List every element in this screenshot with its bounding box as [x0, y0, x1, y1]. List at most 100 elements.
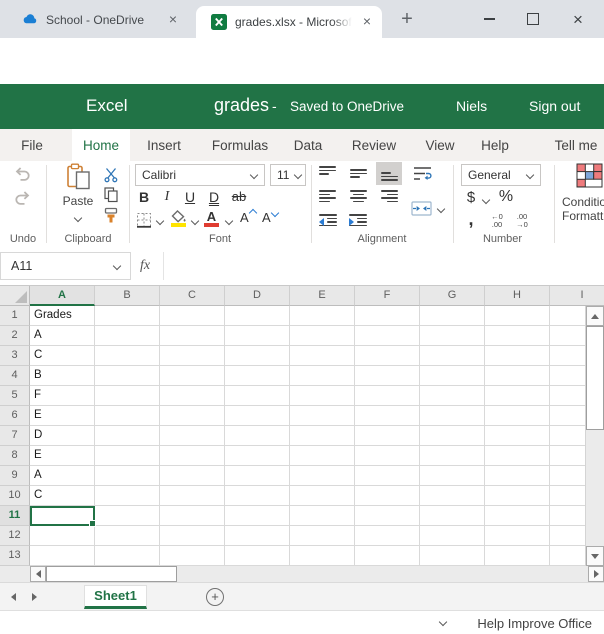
row-header-4[interactable]: 4	[0, 366, 30, 386]
ribbon-tab-data[interactable]: Data	[288, 129, 328, 161]
cell-H5[interactable]	[485, 386, 550, 406]
column-header-C[interactable]: C	[160, 286, 225, 306]
cell-A6[interactable]: E	[30, 406, 95, 426]
cell-E9[interactable]	[290, 466, 355, 486]
align-left-icon[interactable]	[319, 190, 336, 205]
ribbon-tab-file[interactable]: File	[12, 129, 52, 161]
scroll-up-button[interactable]	[586, 306, 604, 326]
wrap-text-button[interactable]	[413, 166, 432, 187]
cell-F7[interactable]	[355, 426, 420, 446]
fill-color-chevron-icon[interactable]	[191, 217, 199, 225]
cell-E5[interactable]	[290, 386, 355, 406]
font-size-select[interactable]: 11	[270, 164, 306, 186]
paste-button[interactable]: Paste	[56, 163, 100, 226]
decrease-indent-button[interactable]	[319, 214, 337, 229]
redo-button[interactable]	[13, 191, 32, 211]
cell-E8[interactable]	[290, 446, 355, 466]
cell-C3[interactable]	[160, 346, 225, 366]
cell-A7[interactable]: D	[30, 426, 95, 446]
formula-input[interactable]	[163, 252, 604, 280]
italic-button[interactable]: I	[160, 189, 174, 205]
font-name-select[interactable]: Calibri	[135, 164, 265, 186]
cell-B11[interactable]	[95, 506, 160, 526]
tab-close-icon[interactable]: ×	[358, 13, 376, 31]
cell-E6[interactable]	[290, 406, 355, 426]
increase-decimal-button[interactable]: ←0 .00	[486, 213, 508, 229]
sheet-nav-right-icon[interactable]	[32, 593, 37, 601]
cell-E4[interactable]	[290, 366, 355, 386]
new-tab-button[interactable]: +	[394, 7, 420, 33]
sheet-tab-sheet1[interactable]: Sheet1	[84, 585, 147, 609]
window-close-button[interactable]: ×	[566, 8, 590, 30]
merge-center-button[interactable]	[411, 201, 432, 221]
cell-B12[interactable]	[95, 526, 160, 546]
cell-B2[interactable]	[95, 326, 160, 346]
align-center-icon[interactable]	[350, 190, 367, 205]
cell-F3[interactable]	[355, 346, 420, 366]
cell-D10[interactable]	[225, 486, 290, 506]
sheet-nav-left-icon[interactable]	[11, 593, 16, 601]
column-header-E[interactable]: E	[290, 286, 355, 306]
cell-D8[interactable]	[225, 446, 290, 466]
align-right-icon[interactable]	[381, 190, 398, 205]
cell-C6[interactable]	[160, 406, 225, 426]
cell-F8[interactable]	[355, 446, 420, 466]
align-bottom-selected-tile[interactable]	[376, 162, 402, 185]
cell-F5[interactable]	[355, 386, 420, 406]
help-improve-office-link[interactable]: Help Improve Office	[477, 616, 592, 631]
column-header-F[interactable]: F	[355, 286, 420, 306]
cell-F13[interactable]	[355, 546, 420, 566]
row-header-7[interactable]: 7	[0, 426, 30, 446]
vertical-scroll-thumb[interactable]	[586, 326, 604, 430]
cell-F12[interactable]	[355, 526, 420, 546]
browser-tab-school[interactable]: School - OneDrive ×	[8, 6, 188, 34]
horizontal-scroll-thumb[interactable]	[46, 566, 177, 582]
ribbon-tab-tell-me[interactable]: Tell me	[548, 129, 604, 161]
browser-tab-grades[interactable]: grades.xlsx - Microsoft ×	[196, 6, 382, 38]
ribbon-tab-view[interactable]: View	[420, 129, 460, 161]
cell-D5[interactable]	[225, 386, 290, 406]
grow-font-button[interactable]: A	[240, 210, 256, 225]
copy-button[interactable]	[104, 187, 119, 208]
align-top-icon[interactable]	[319, 166, 336, 181]
conditional-formatting-button[interactable]: Conditional Formatting	[562, 163, 604, 223]
cell-C10[interactable]	[160, 486, 225, 506]
cell-H2[interactable]	[485, 326, 550, 346]
cell-G6[interactable]	[420, 406, 485, 426]
cell-C13[interactable]	[160, 546, 225, 566]
cell-F10[interactable]	[355, 486, 420, 506]
name-box[interactable]: A11	[0, 252, 131, 280]
cell-A2[interactable]: A	[30, 326, 95, 346]
cell-A10[interactable]: C	[30, 486, 95, 506]
cell-G1[interactable]	[420, 306, 485, 326]
row-header-12[interactable]: 12	[0, 526, 30, 546]
cell-C11[interactable]	[160, 506, 225, 526]
cell-G5[interactable]	[420, 386, 485, 406]
cell-D6[interactable]	[225, 406, 290, 426]
row-header-8[interactable]: 8	[0, 446, 30, 466]
active-cell-selection[interactable]	[30, 506, 95, 526]
cell-B3[interactable]	[95, 346, 160, 366]
cell-E7[interactable]	[290, 426, 355, 446]
row-header-2[interactable]: 2	[0, 326, 30, 346]
cell-C12[interactable]	[160, 526, 225, 546]
undo-button[interactable]	[13, 167, 32, 187]
cell-A8[interactable]: E	[30, 446, 95, 466]
cell-A5[interactable]: F	[30, 386, 95, 406]
underline-button[interactable]: U	[182, 189, 198, 205]
status-chevron-icon[interactable]	[439, 618, 447, 626]
ribbon-tab-help[interactable]: Help	[475, 129, 515, 161]
cell-D9[interactable]	[225, 466, 290, 486]
decrease-decimal-button[interactable]: .00 →0	[511, 213, 533, 229]
scroll-down-button[interactable]	[586, 546, 604, 566]
increase-indent-button[interactable]	[349, 214, 367, 229]
cell-F2[interactable]	[355, 326, 420, 346]
column-header-D[interactable]: D	[225, 286, 290, 306]
currency-format-button[interactable]: $	[464, 189, 478, 206]
cell-D11[interactable]	[225, 506, 290, 526]
cell-C9[interactable]	[160, 466, 225, 486]
cell-F6[interactable]	[355, 406, 420, 426]
percent-format-button[interactable]: %	[497, 188, 515, 206]
cell-D13[interactable]	[225, 546, 290, 566]
cell-G8[interactable]	[420, 446, 485, 466]
